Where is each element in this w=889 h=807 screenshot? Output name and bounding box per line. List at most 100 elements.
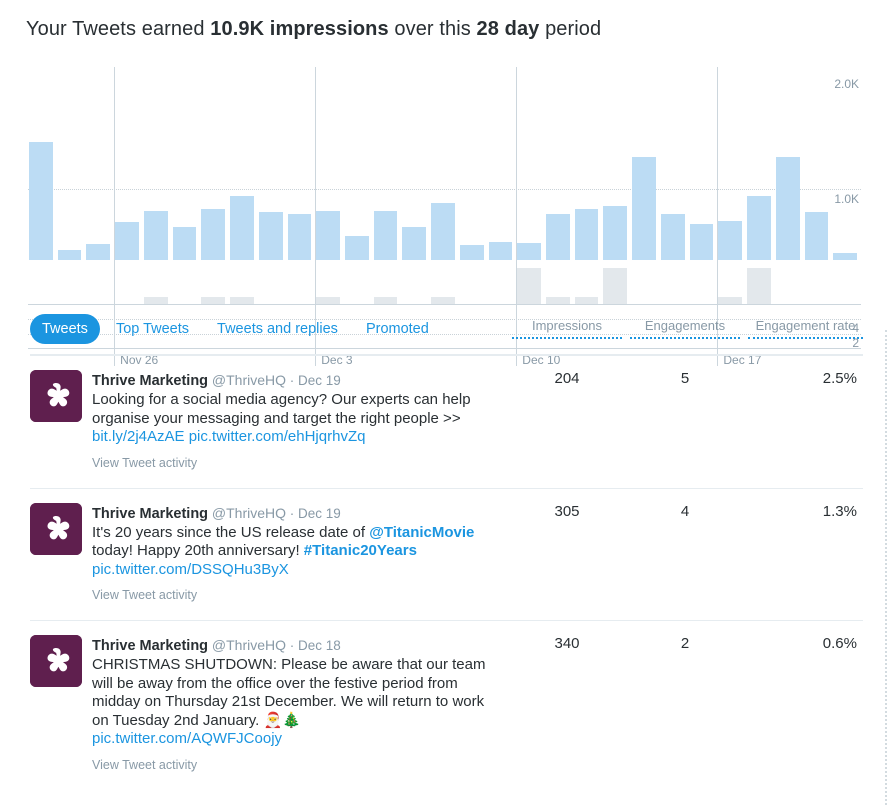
- tweet-handle[interactable]: @ThriveHQ: [208, 505, 286, 521]
- avatar[interactable]: [30, 502, 82, 555]
- impressions-bar[interactable]: [833, 253, 857, 260]
- title-period: 28 day: [476, 18, 540, 40]
- engagements-bar[interactable]: [431, 296, 455, 304]
- tab-list: Tweets Top Tweets Tweets and replies Promot…: [30, 314, 441, 344]
- tweet-text-span: midday on Thursday 21st December. We wil…: [92, 693, 485, 710]
- impressions-bar[interactable]: [230, 195, 254, 260]
- tweet-handle[interactable]: @ThriveHQ: [208, 637, 286, 653]
- impressions-bar[interactable]: [632, 156, 656, 260]
- tab-top-tweets[interactable]: Top Tweets: [104, 314, 201, 344]
- column-header-engagement-rate[interactable]: Engagement rate: [748, 318, 863, 339]
- engagements-bar[interactable]: [373, 296, 398, 304]
- tab-promoted[interactable]: Promoted: [354, 314, 441, 344]
- tweet-media-link[interactable]: pic.twitter.com/AQWFJCoojy: [92, 730, 282, 747]
- engagements-bar[interactable]: [718, 296, 743, 304]
- engagements-bar[interactable]: [747, 268, 771, 304]
- metric-impressions: 204: [554, 370, 580, 387]
- engagements-bar[interactable]: [201, 296, 226, 304]
- engagements-bar[interactable]: [316, 296, 340, 304]
- column-headers: Impressions Engagements Engagement rate: [512, 318, 863, 339]
- impressions-bar[interactable]: [775, 156, 800, 260]
- avatar[interactable]: [30, 370, 82, 422]
- view-tweet-activity-link[interactable]: View Tweet activity: [92, 758, 492, 772]
- column-header-impressions[interactable]: Impressions: [512, 318, 622, 339]
- tweet-date[interactable]: · Dec 19: [286, 373, 341, 388]
- scroll-track[interactable]: [885, 330, 887, 805]
- impressions-bar[interactable]: [459, 245, 484, 260]
- tweet-media-link[interactable]: pic.twitter.com/DSSQHu3ByX: [92, 561, 289, 578]
- engagements-bar[interactable]: [517, 268, 542, 304]
- column-header-engagements[interactable]: Engagements: [630, 318, 740, 339]
- impressions-bar[interactable]: [344, 235, 369, 260]
- impressions-bar[interactable]: [517, 242, 542, 260]
- impressions-bar[interactable]: [201, 209, 226, 260]
- tweet-author[interactable]: Thrive Marketing: [92, 638, 208, 654]
- tab-tweets-and-replies[interactable]: Tweets and replies: [205, 314, 350, 344]
- impressions-bar[interactable]: [316, 210, 340, 260]
- impressions-bar[interactable]: [660, 214, 685, 260]
- tweet-date[interactable]: · Dec 18: [286, 638, 341, 653]
- metric-impressions: 340: [554, 635, 580, 652]
- tweet-link[interactable]: bit.ly/2j4AzAE: [92, 428, 185, 445]
- chart-plot-area: 2.0K 1.0K 4 2 Nov 26 Dec 3 Dec 10 Dec 17: [28, 67, 861, 366]
- tabs-bar: Tweets Top Tweets Tweets and replies Promot…: [30, 314, 863, 356]
- tweet-media-link[interactable]: pic.twitter.com/ehHjqrhvZq: [189, 428, 366, 445]
- impressions-bar[interactable]: [718, 220, 743, 260]
- impressions-bar[interactable]: [29, 141, 53, 260]
- tweet-mention[interactable]: @TitanicMovie: [369, 524, 474, 541]
- tweet-text-span: today! Happy 20th anniversary!: [92, 542, 304, 559]
- tweet-text-span: CHRISTMAS SHUTDOWN: Please be aware that…: [92, 656, 486, 673]
- tweet-text: Looking for a social media agency? Our e…: [92, 391, 492, 447]
- impressions-gridline: [28, 189, 861, 190]
- engagements-bar[interactable]: [603, 268, 628, 304]
- view-tweet-activity-link[interactable]: View Tweet activity: [92, 588, 492, 602]
- tweet-author[interactable]: Thrive Marketing: [92, 506, 208, 522]
- metric-engagements: 2: [680, 635, 690, 652]
- tweet-text-span: organise your messaging and target the r…: [92, 409, 461, 427]
- engagements-bar[interactable]: [230, 296, 254, 304]
- tweet-metrics: 340 2 0.6%: [512, 635, 863, 652]
- engagements-bar[interactable]: [143, 296, 168, 304]
- impressions-bar[interactable]: [747, 195, 771, 260]
- title-suffix: period: [539, 18, 602, 40]
- impressions-bar[interactable]: [546, 214, 570, 260]
- impressions-baseline: [28, 304, 861, 305]
- tweet-date[interactable]: · Dec 19: [286, 506, 341, 521]
- impressions-bar[interactable]: [57, 249, 82, 260]
- impressions-bar[interactable]: [431, 202, 455, 260]
- title-prefix: Your Tweets earned: [26, 18, 211, 40]
- impressions-bar[interactable]: [804, 211, 829, 260]
- avatar[interactable]: [30, 635, 82, 687]
- impressions-bar[interactable]: [287, 214, 312, 260]
- title-impressions: 10.9K impressions: [210, 18, 389, 40]
- tweet-list: Thrive Marketing @ThriveHQ · Dec 19 Looki…: [30, 356, 863, 790]
- tweet-author[interactable]: Thrive Marketing: [92, 373, 208, 389]
- tweet-metrics: 204 5 2.5%: [512, 370, 863, 387]
- impressions-bar[interactable]: [402, 226, 427, 260]
- impressions-bar[interactable]: [373, 210, 398, 260]
- tweet-meta: Thrive Marketing @ThriveHQ · Dec 19: [92, 371, 492, 390]
- impressions-bar[interactable]: [689, 224, 714, 260]
- tweet-meta: Thrive Marketing @ThriveHQ · Dec 18: [92, 636, 492, 655]
- impressions-bar[interactable]: [258, 211, 283, 260]
- metric-engagement-rate: 2.5%: [822, 370, 857, 387]
- tweet-metrics: 305 4 1.3%: [512, 503, 863, 520]
- tab-tweets[interactable]: Tweets: [30, 314, 100, 344]
- engagements-bar[interactable]: [574, 296, 599, 304]
- impressions-y-tick: 2.0K: [834, 77, 859, 91]
- tweet-row: Thrive Marketing @ThriveHQ · Dec 18 CHRIS…: [30, 621, 863, 790]
- impressions-bar[interactable]: [143, 210, 168, 260]
- impressions-bar[interactable]: [574, 209, 599, 260]
- metric-engagements: 5: [680, 370, 690, 387]
- view-tweet-activity-link[interactable]: View Tweet activity: [92, 456, 492, 470]
- metric-engagement-rate: 1.3%: [822, 502, 857, 520]
- impressions-bar[interactable]: [115, 222, 139, 260]
- impressions-bar[interactable]: [86, 243, 111, 260]
- impressions-bar[interactable]: [603, 205, 628, 260]
- tweet-text-span: It's 20 years since the US release date …: [92, 523, 370, 541]
- impressions-bar[interactable]: [488, 241, 513, 260]
- engagements-bar[interactable]: [546, 296, 570, 304]
- tweet-hashtag[interactable]: #Titanic20Years: [304, 542, 417, 559]
- impressions-bar[interactable]: [172, 226, 197, 260]
- tweet-handle[interactable]: @ThriveHQ: [208, 372, 286, 388]
